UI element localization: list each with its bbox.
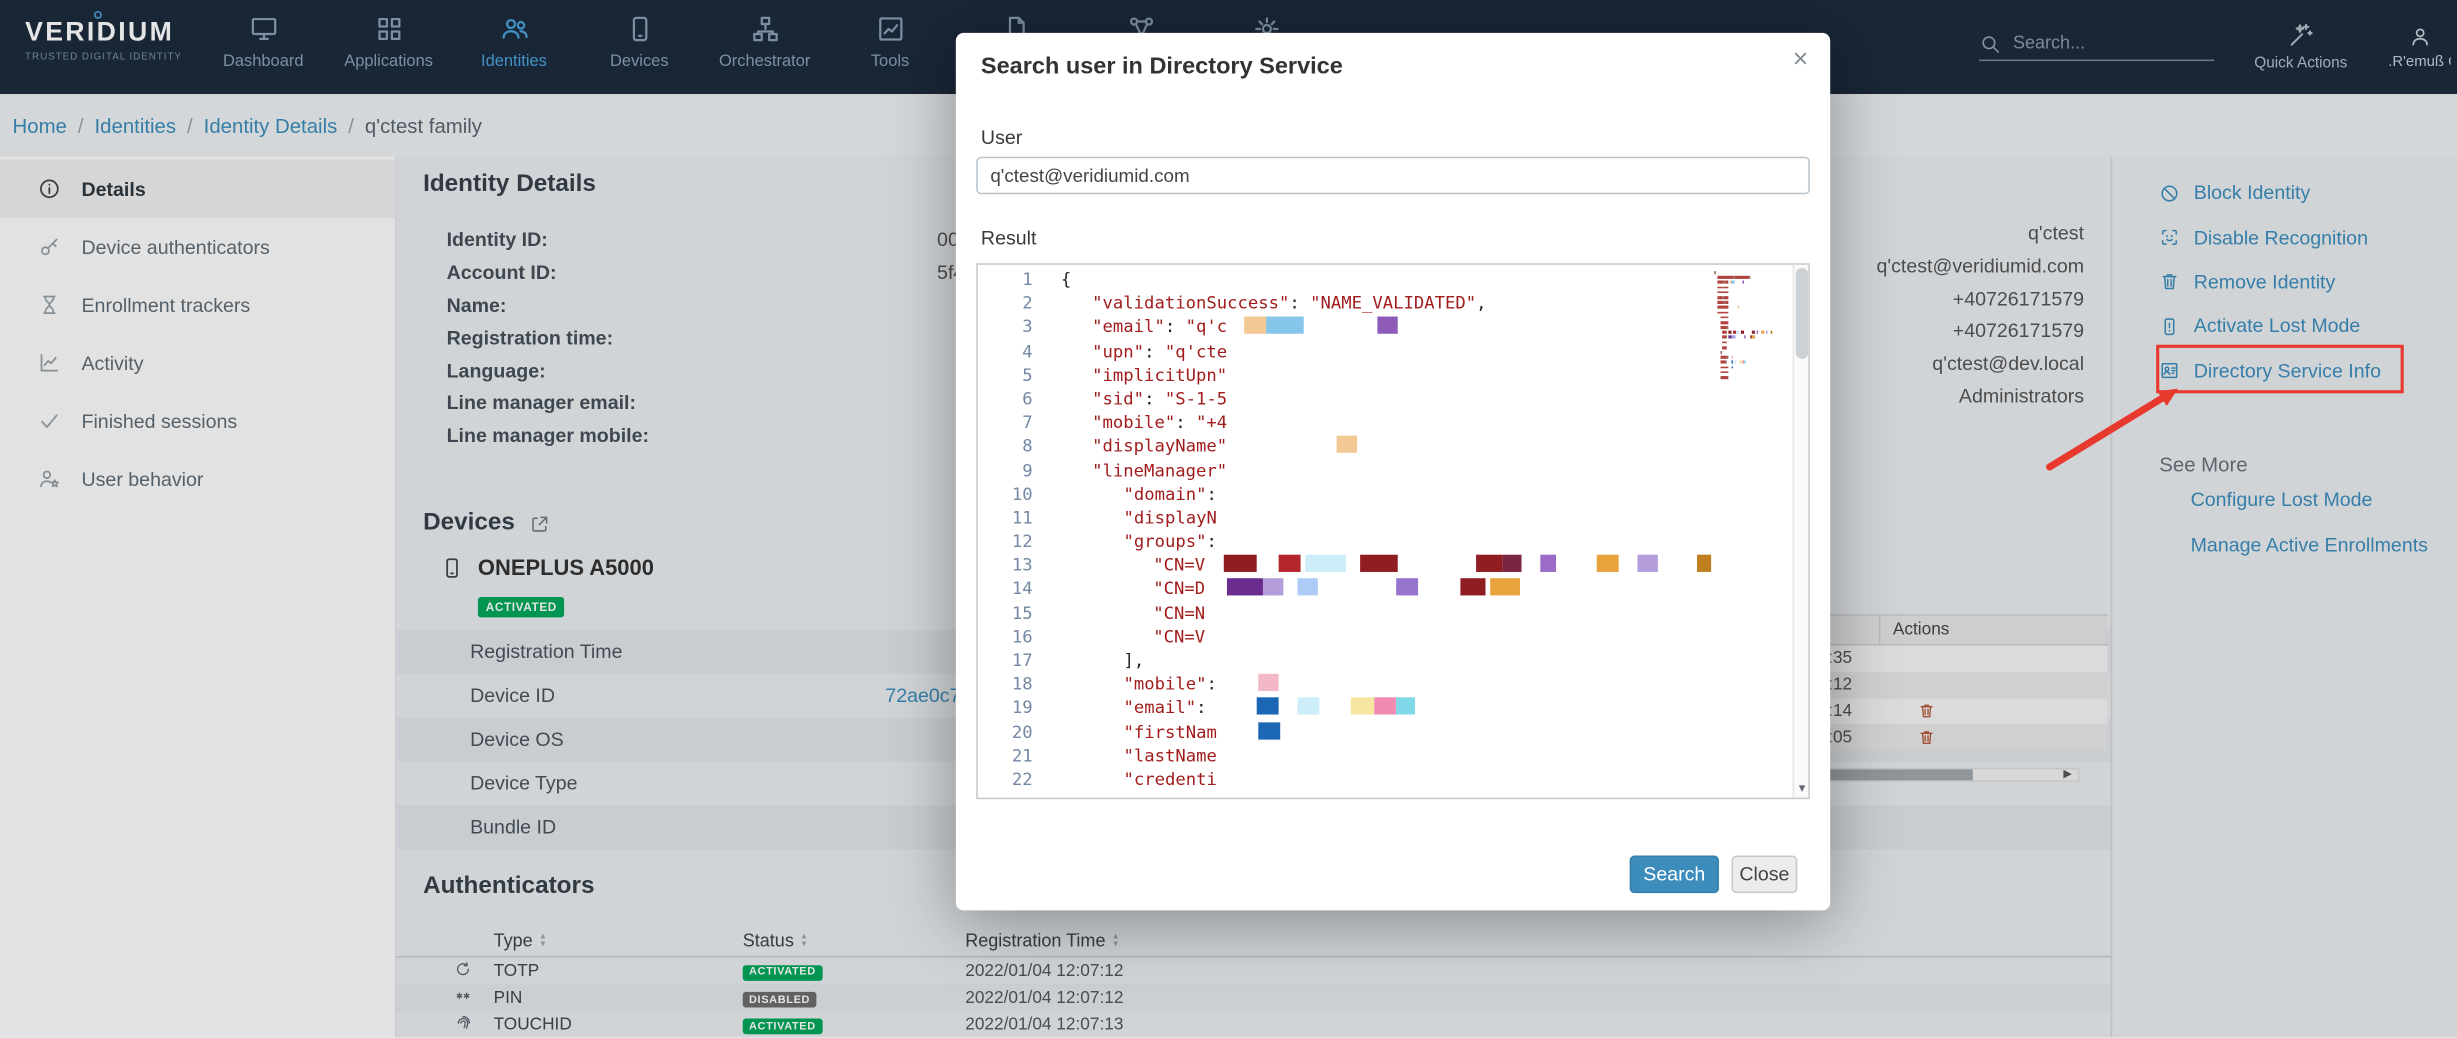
code-line: 18"mobile": xyxy=(978,673,1808,697)
line-number: 1 xyxy=(978,268,1061,292)
code-line: 11"displayN xyxy=(978,506,1808,530)
line-number: 5 xyxy=(978,363,1061,387)
redacted-block xyxy=(1461,579,1486,596)
editor-scrollbar-thumb[interactable] xyxy=(1796,268,1809,359)
redacted-block xyxy=(1266,317,1304,334)
directory-user-input[interactable] xyxy=(976,157,1810,195)
line-number: 7 xyxy=(978,411,1061,435)
user-field-label: User xyxy=(981,127,1022,149)
code-line: 14"CN=D xyxy=(978,577,1808,601)
line-number: 9 xyxy=(978,458,1061,482)
line-number: 2 xyxy=(978,292,1061,316)
json-result-editor[interactable]: 1{2"validationSuccess": "NAME_VALIDATED"… xyxy=(976,263,1810,799)
line-number: 17 xyxy=(978,649,1061,673)
close-button[interactable]: Close xyxy=(1731,856,1797,894)
code-line: 12"groups": xyxy=(978,530,1808,554)
code-line: 4"upn": "q'cte xyxy=(978,339,1808,363)
editor-scrollbar[interactable]: ▼ xyxy=(1793,265,1809,798)
code-line: 19"email": xyxy=(978,696,1808,720)
code-line: 22"credenti xyxy=(978,768,1808,792)
code-line: 16"CN=V xyxy=(978,625,1808,649)
redacted-block xyxy=(1490,579,1520,596)
line-number: 4 xyxy=(978,339,1061,363)
line-number: 21 xyxy=(978,744,1061,768)
veridium-admin-app: VERIDIUM TRUSTED DIGITAL IDENTITY Dashbo… xyxy=(0,0,2457,1037)
result-label: Result xyxy=(981,227,1037,249)
line-number: 15 xyxy=(978,601,1061,625)
line-number: 14 xyxy=(978,577,1061,601)
redacted-block xyxy=(1597,555,1619,572)
line-number: 12 xyxy=(978,530,1061,554)
line-number: 11 xyxy=(978,506,1061,530)
redacted-block xyxy=(1374,698,1396,715)
code-line: 20"firstNam xyxy=(978,720,1808,744)
redacted-block xyxy=(1298,579,1318,596)
close-icon[interactable]: × xyxy=(1793,44,1809,75)
code-line: 7"mobile": "+4 xyxy=(978,411,1808,435)
redacted-block xyxy=(1224,555,1257,572)
search-button[interactable]: Search xyxy=(1630,856,1719,894)
code-line: 6"sid": "S-1-5 xyxy=(978,387,1808,411)
redacted-block xyxy=(1227,579,1263,596)
redacted-block xyxy=(1503,555,1522,572)
code-lines: 1{2"validationSuccess": "NAME_VALIDATED"… xyxy=(978,268,1808,792)
code-line: 17], xyxy=(978,649,1808,673)
modal-title: Search user in Directory Service xyxy=(981,53,1343,80)
redacted-block xyxy=(1337,436,1357,453)
redacted-block xyxy=(1305,555,1346,572)
scroll-down-arrow[interactable]: ▼ xyxy=(1794,780,1810,796)
redacted-block xyxy=(1258,674,1278,691)
redacted-block xyxy=(1396,698,1415,715)
code-line: 15"CN=N xyxy=(978,601,1808,625)
editor-minimap xyxy=(1714,271,1783,381)
code-line: 10"domain": xyxy=(978,482,1808,506)
code-line: 1{ xyxy=(978,268,1808,292)
code-line: 8"displayName" xyxy=(978,435,1808,459)
line-number: 6 xyxy=(978,387,1061,411)
line-number: 19 xyxy=(978,696,1061,720)
redacted-block xyxy=(1351,698,1375,715)
line-number: 13 xyxy=(978,554,1061,578)
redacted-block xyxy=(1263,579,1283,596)
redacted-block xyxy=(1257,698,1279,715)
redacted-block xyxy=(1244,317,1266,334)
redacted-block xyxy=(1360,555,1398,572)
code-line: 21"lastName xyxy=(978,744,1808,768)
redacted-block xyxy=(1476,555,1503,572)
redacted-block xyxy=(1697,555,1711,572)
code-line: 9"lineManager" xyxy=(978,458,1808,482)
redacted-block xyxy=(1638,555,1658,572)
line-number: 3 xyxy=(978,316,1061,340)
line-number: 20 xyxy=(978,720,1061,744)
line-number: 22 xyxy=(978,768,1061,792)
code-line: 13"CN=V xyxy=(978,554,1808,578)
redacted-block xyxy=(1297,698,1319,715)
code-line: 2"validationSuccess": "NAME_VALIDATED", xyxy=(978,292,1808,316)
directory-service-modal: Search user in Directory Service × User … xyxy=(956,33,1830,910)
redacted-block xyxy=(1396,579,1418,596)
line-number: 10 xyxy=(978,482,1061,506)
line-number: 18 xyxy=(978,673,1061,697)
line-number: 16 xyxy=(978,625,1061,649)
code-line: 3"email": "q'c xyxy=(978,316,1808,340)
redacted-block xyxy=(1541,555,1557,572)
line-number: 8 xyxy=(978,435,1061,459)
redacted-block xyxy=(1258,722,1280,739)
redacted-block xyxy=(1378,317,1398,334)
redacted-block xyxy=(1279,555,1301,572)
code-line: 5"implicitUpn" xyxy=(978,363,1808,387)
